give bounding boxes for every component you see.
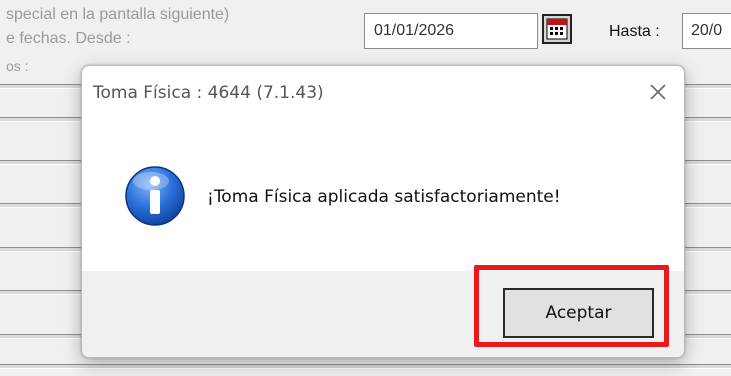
grid-row-divider bbox=[683, 203, 731, 208]
grid-row-divider bbox=[683, 160, 731, 165]
grid-row-divider bbox=[0, 203, 81, 208]
info-icon bbox=[123, 164, 187, 228]
grid-row-divider bbox=[683, 84, 731, 89]
bg-instruction-line-3: os : bbox=[6, 58, 29, 74]
calendar-icon[interactable] bbox=[542, 14, 572, 44]
grid-row-divider bbox=[0, 160, 81, 165]
grid-row-divider bbox=[0, 117, 81, 122]
desde-date-field[interactable]: 01/01/2026 bbox=[364, 13, 538, 49]
grid-row-divider bbox=[0, 247, 81, 252]
grid-row-divider bbox=[0, 84, 81, 89]
hasta-label: Hasta : bbox=[609, 23, 660, 40]
dialog-title: Toma Física : 4644 (7.1.43) bbox=[93, 83, 324, 103]
grid-row-divider bbox=[0, 290, 81, 295]
grid-row-divider bbox=[683, 247, 731, 252]
bg-instruction-line-1: special en la pantalla siguiente) bbox=[6, 6, 230, 23]
grid-row-divider bbox=[0, 364, 731, 369]
hasta-date-field[interactable]: 20/0 bbox=[682, 13, 731, 49]
dialog-message: ¡Toma Física aplicada satisfactoriamente… bbox=[207, 187, 561, 207]
grid-row-divider bbox=[683, 334, 731, 339]
close-icon[interactable] bbox=[646, 80, 670, 104]
grid-row-divider bbox=[0, 334, 81, 339]
bg-instruction-line-2: e fechas. Desde : bbox=[6, 30, 131, 47]
highlight-annotation bbox=[474, 265, 669, 347]
grid-row-divider bbox=[683, 290, 731, 295]
grid-row-divider bbox=[683, 117, 731, 122]
